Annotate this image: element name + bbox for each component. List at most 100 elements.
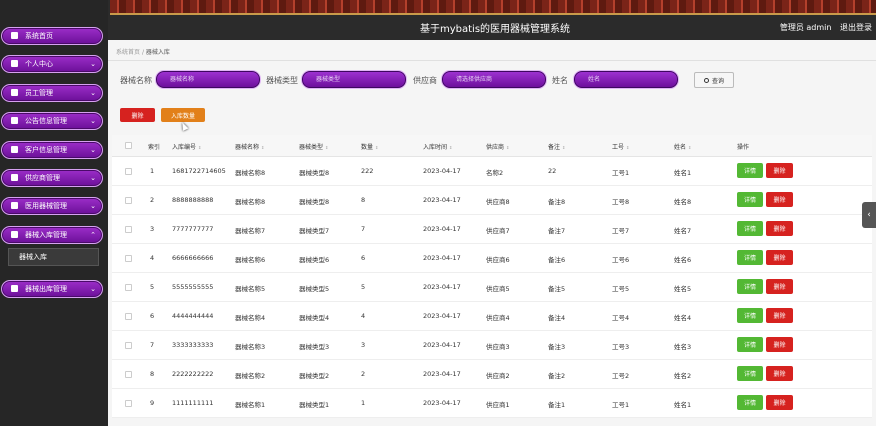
sidebar-item-stock-out[interactable]: 器械出库管理 ⌄ [1,280,103,298]
stock-out-icon [10,285,19,293]
col-time[interactable]: 入库时间 ⇕ [423,142,452,151]
row-checkbox[interactable] [125,197,132,204]
sidebar-item-home[interactable]: 系统首页 [1,27,103,45]
cell-index: 8 [150,370,155,378]
delete-button[interactable]: 删除 [766,308,793,323]
sidebar-item-label: 员工管理 [25,89,53,97]
chevron-down-icon: ⌄ [90,89,96,97]
device-name-input[interactable]: 器械名称 [155,70,261,89]
delete-button[interactable]: 删除 [766,366,793,381]
delete-button[interactable]: 删除 [766,250,793,265]
col-supplier[interactable]: 供应商 ⇕ [486,142,509,151]
delete-button[interactable]: 删除 [766,163,793,178]
cell-person: 姓名1 [674,401,692,409]
breadcrumb-home[interactable]: 系统首页 [116,49,140,56]
sidebar-subitem-stock-in[interactable]: 器械入库 [8,248,99,266]
cell-supplier: 供应商5 [486,285,510,293]
search-button-label: 查询 [711,77,724,85]
sidebar-item-profile[interactable]: 个人中心 ⌄ [1,55,103,73]
cell-time: 2023-04-17 [423,225,461,233]
delete-button[interactable]: 删除 [766,279,793,294]
row-checkbox[interactable] [125,400,132,407]
batch-delete-button[interactable]: 删除 [120,108,155,122]
home-icon [10,32,19,40]
stock-quantity-button[interactable]: 入库数量 [161,108,205,122]
col-label: 工号 [612,144,625,151]
breadcrumb-current: 器械入库 [145,49,170,56]
sort-icon: ⇕ [506,145,510,150]
cell-supplier: 供应商1 [486,401,510,409]
cell-time: 2023-04-17 [423,254,461,262]
col-job-number[interactable]: 工号 ⇕ [612,142,629,151]
search-label-supplier: 供应商 [413,76,437,85]
sidebar-item-supplier[interactable]: 供应商管理 ⌄ [1,169,103,187]
supplier-select[interactable]: 请选择供应商 [441,70,547,89]
cell-supplier: 供应商2 [486,372,510,380]
delete-button[interactable]: 删除 [766,395,793,410]
cell-device-type: 器械类型1 [299,401,330,409]
search-bar: 器械名称 器械名称 器械类型 器械类型 供应商 请选择供应商 姓名 姓名 查询 [108,70,876,90]
detail-button[interactable]: 详情 [737,250,763,265]
sort-icon: ⇕ [626,145,630,150]
collapse-panel-tab[interactable]: ‹ [862,202,876,228]
detail-button[interactable]: 详情 [737,395,763,410]
cell-person: 姓名4 [674,314,692,322]
detail-button[interactable]: 详情 [737,308,763,323]
row-checkbox[interactable] [125,226,132,233]
device-type-input[interactable]: 器械类型 [301,70,407,89]
search-label-device-name: 器械名称 [120,76,152,85]
cell-job-number: 工号1 [612,169,630,177]
row-checkbox[interactable] [125,168,132,175]
cell-index: 7 [150,341,155,349]
col-code[interactable]: 入库编号 ⇕ [172,142,201,151]
delete-button[interactable]: 删除 [766,192,793,207]
search-label-person: 姓名 [552,76,568,85]
cell-code: 7777777777 [172,225,214,233]
col-person[interactable]: 姓名 ⇕ [674,142,691,151]
sidebar-item-label: 器械出库管理 [25,285,67,293]
cell-supplier: 名称2 [486,169,504,177]
row-checkbox[interactable] [125,313,132,320]
cell-job-number: 工号5 [612,285,630,293]
sidebar-item-customer[interactable]: 客户信息管理 ⌄ [1,141,103,159]
select-all-checkbox[interactable] [125,142,132,149]
cell-device-name: 器械名称5 [235,285,266,293]
chevron-up-icon: ⌃ [90,231,96,239]
device-icon [10,202,19,210]
detail-button[interactable]: 详情 [737,221,763,236]
cell-time: 2023-04-17 [423,196,461,204]
cell-quantity: 5 [361,283,366,291]
sidebar-item-stock-in[interactable]: 器械入库管理 ⌃ [1,226,103,244]
cell-index: 6 [150,312,155,320]
delete-button[interactable]: 删除 [766,337,793,352]
sidebar-item-device[interactable]: 医用器械管理 ⌄ [1,197,103,215]
chevron-left-icon: ‹ [867,210,871,220]
col-device-type[interactable]: 器械类型 ⇕ [299,142,328,151]
cell-job-number: 工号1 [612,401,630,409]
row-checkbox[interactable] [125,342,132,349]
row-checkbox[interactable] [125,284,132,291]
person-name-input[interactable]: 姓名 [573,70,679,89]
detail-button[interactable]: 详情 [737,192,763,207]
col-index: 索引 [148,144,161,151]
logout-link[interactable]: 退出登录 [840,23,872,32]
row-checkbox[interactable] [125,255,132,262]
search-icon [703,77,709,83]
sidebar-item-notice[interactable]: 公告信息管理 ⌄ [1,112,103,130]
delete-button[interactable]: 删除 [766,221,793,236]
cell-person: 姓名6 [674,256,692,264]
sidebar-item-staff[interactable]: 员工管理 ⌄ [1,84,103,102]
detail-button[interactable]: 详情 [737,163,763,178]
detail-button[interactable]: 详情 [737,337,763,352]
col-note[interactable]: 备注 ⇕ [548,142,565,151]
col-quantity[interactable]: 数量 ⇕ [361,142,378,151]
sidebar-item-label: 客户信息管理 [25,146,67,154]
notice-icon [10,117,19,125]
search-button[interactable]: 查询 [694,72,734,88]
cell-quantity: 7 [361,225,366,233]
row-checkbox[interactable] [125,371,132,378]
sidebar: 系统首页 个人中心 ⌄ 员工管理 ⌄ 公告信息管理 ⌄ 客户信息管理 ⌄ 供应商… [0,0,108,426]
detail-button[interactable]: 详情 [737,279,763,294]
detail-button[interactable]: 详情 [737,366,763,381]
col-device-name[interactable]: 器械名称 ⇕ [235,142,264,151]
